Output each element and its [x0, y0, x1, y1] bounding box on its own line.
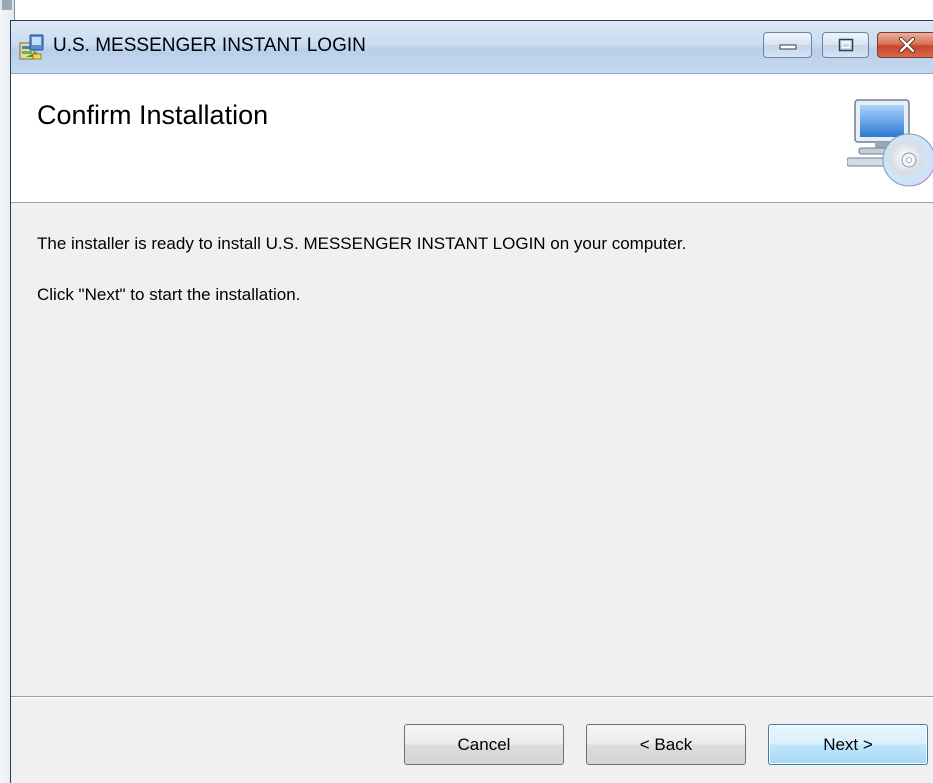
background-window-control: [2, 0, 12, 10]
minimize-icon: [764, 33, 811, 57]
installer-package-icon: [18, 33, 46, 61]
instruction-message: Click "Next" to start the installation.: [37, 285, 301, 304]
window-title: U.S. MESSENGER INSTANT LOGIN: [53, 35, 366, 56]
desktop: U.S. MESSENGER INSTANT LOGIN Confirm Ins…: [0, 0, 933, 783]
cancel-button[interactable]: Cancel: [404, 724, 564, 765]
minimize-button[interactable]: [763, 32, 812, 58]
footer-divider: [11, 696, 933, 698]
back-button[interactable]: < Back: [586, 724, 746, 765]
computer-cd-icon: [846, 96, 933, 188]
next-button[interactable]: Next >: [768, 724, 928, 765]
header-banner: Confirm Installation: [11, 74, 933, 203]
maximize-icon: [823, 33, 868, 57]
installer-dialog: U.S. MESSENGER INSTANT LOGIN Confirm Ins…: [10, 20, 933, 783]
page-title: Confirm Installation: [37, 100, 269, 130]
maximize-button[interactable]: [822, 32, 869, 58]
close-button[interactable]: [877, 32, 933, 58]
ready-message: The installer is ready to install U.S. M…: [37, 234, 687, 253]
title-bar[interactable]: U.S. MESSENGER INSTANT LOGIN: [11, 21, 933, 74]
close-icon: [878, 33, 933, 57]
